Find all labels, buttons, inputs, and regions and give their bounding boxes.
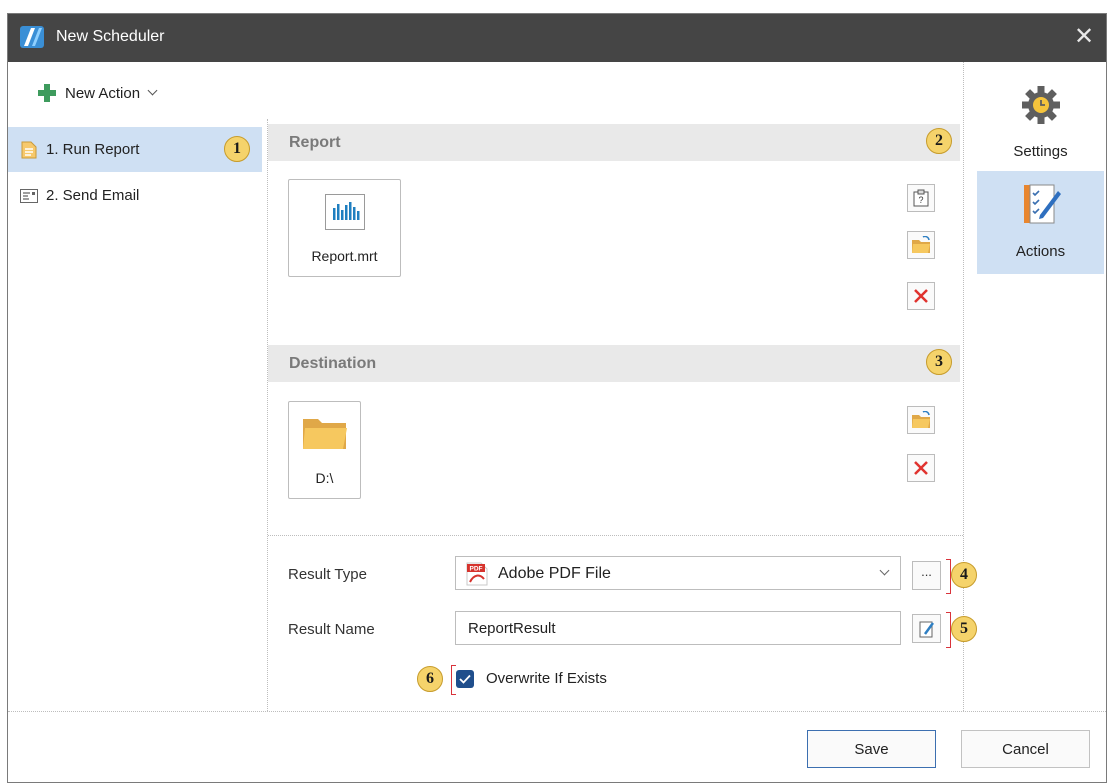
open-report-button[interactable] xyxy=(907,231,935,259)
step-marker-4: 4 xyxy=(951,562,977,588)
folder-icon xyxy=(303,419,347,449)
step-marker-6: 6 xyxy=(417,666,443,692)
tab-settings[interactable]: Settings xyxy=(977,74,1104,168)
left-panel-divider xyxy=(267,119,268,711)
right-panel-divider xyxy=(963,62,964,711)
pdf-file-icon: PDF xyxy=(466,562,488,586)
checklist-pen-icon xyxy=(1024,184,1061,224)
gear-clock-icon xyxy=(1022,86,1060,124)
step-marker-2: 2 xyxy=(926,128,952,154)
result-type-options-button[interactable]: ... xyxy=(912,561,941,590)
result-type-select[interactable]: PDF Adobe PDF File xyxy=(455,556,901,590)
report-chart-icon xyxy=(325,194,365,230)
tab-actions-label: Actions xyxy=(1015,243,1066,260)
overwrite-checkbox[interactable] xyxy=(456,670,474,688)
plus-icon xyxy=(38,84,56,102)
destination-section-header: Destination xyxy=(268,345,960,382)
paste-report-button[interactable]: ? xyxy=(907,184,935,212)
title-bar: New Scheduler ✕ xyxy=(8,14,1106,62)
window-title: New Scheduler xyxy=(56,28,165,45)
report-doc-icon xyxy=(20,141,38,159)
close-button[interactable]: ✕ xyxy=(1062,14,1106,62)
remove-destination-button[interactable] xyxy=(907,454,935,482)
action-label: 1. Run Report xyxy=(46,141,140,158)
step-marker-3: 3 xyxy=(926,349,952,375)
report-file-tile[interactable]: Report.mrt xyxy=(288,179,401,277)
destination-path: D:\ xyxy=(315,470,334,486)
svg-text:?: ? xyxy=(918,195,923,205)
report-section-header: Report xyxy=(268,124,960,161)
open-folder-icon xyxy=(912,236,930,253)
open-destination-button[interactable] xyxy=(907,406,935,434)
report-file-name: Report.mrt xyxy=(311,248,378,264)
delete-icon xyxy=(914,289,928,303)
options-divider xyxy=(268,535,963,536)
open-folder-icon xyxy=(912,411,930,428)
tab-settings-label: Settings xyxy=(1013,143,1068,160)
new-action-label: New Action xyxy=(65,84,141,102)
result-type-label: Result Type xyxy=(288,566,367,583)
new-action-button[interactable]: New Action xyxy=(38,80,158,106)
email-icon xyxy=(20,187,38,205)
chevron-down-icon xyxy=(879,565,890,576)
delete-icon xyxy=(914,461,928,475)
paste-icon: ? xyxy=(913,189,929,207)
report-section-title: Report xyxy=(289,134,341,151)
cancel-button[interactable]: Cancel xyxy=(961,730,1090,768)
footer-divider xyxy=(8,711,1106,712)
edit-result-name-button[interactable] xyxy=(912,614,941,643)
action-item-send-email[interactable]: 2. Send Email xyxy=(8,173,262,218)
result-name-input[interactable]: ReportResult xyxy=(455,611,901,645)
step-marker-5: 5 xyxy=(951,616,977,642)
destination-folder-tile[interactable]: D:\ xyxy=(288,401,361,499)
result-name-label: Result Name xyxy=(288,621,375,638)
close-icon[interactable]: ✕ xyxy=(1074,23,1094,50)
result-type-value: Adobe PDF File xyxy=(498,565,611,582)
edit-expression-icon xyxy=(919,621,934,637)
overwrite-label[interactable]: Overwrite If Exists xyxy=(486,670,607,687)
scheduler-dialog: New Scheduler ✕ New Action 1. Run Report… xyxy=(7,13,1107,783)
remove-report-button[interactable] xyxy=(907,282,935,310)
step-marker-1: 1 xyxy=(224,136,250,162)
save-button[interactable]: Save xyxy=(807,730,936,768)
checkmark-icon xyxy=(459,674,471,684)
pdf-icon-text: PDF xyxy=(470,566,483,573)
destination-section-title: Destination xyxy=(289,355,377,372)
action-label: 2. Send Email xyxy=(46,187,140,204)
tab-actions[interactable]: Actions xyxy=(977,171,1104,274)
chevron-down-icon xyxy=(147,85,158,96)
app-logo-icon xyxy=(20,26,44,48)
